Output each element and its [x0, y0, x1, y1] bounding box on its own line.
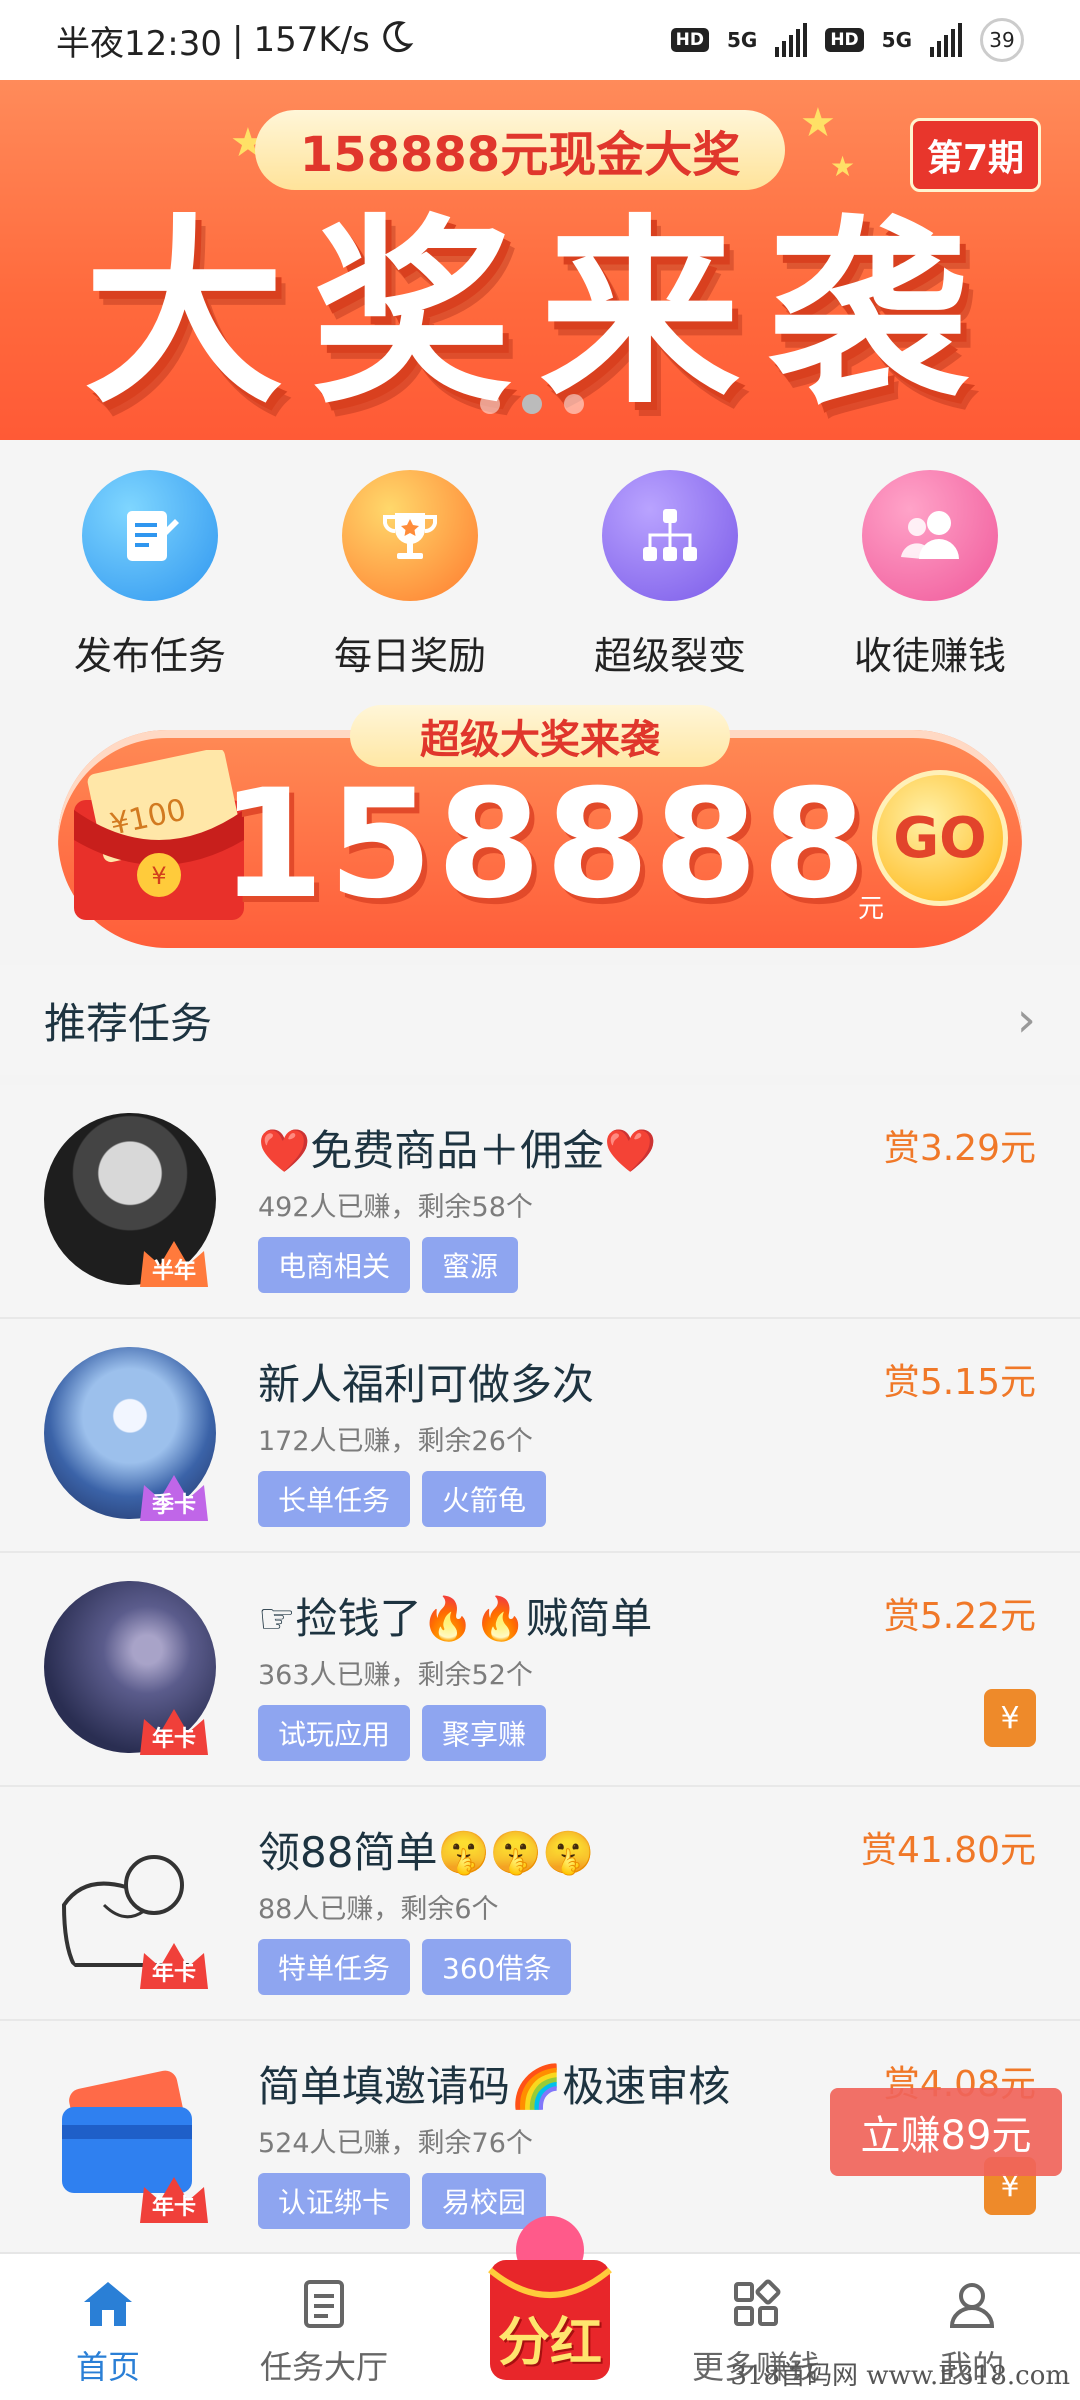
promo-amount: 158888	[220, 758, 871, 932]
chevron-right-icon[interactable]: ›	[1017, 992, 1036, 1048]
trophy-icon	[342, 470, 478, 601]
hd-badge: HD	[825, 28, 864, 52]
task-tag: 蜜源	[422, 1237, 519, 1293]
nav-task-hall[interactable]: 任务大厅	[216, 2254, 432, 2400]
quick-action-super-fission[interactable]: 超级裂变	[555, 440, 785, 680]
task-title: ❤️免费商品＋佣金❤️	[258, 1126, 657, 1175]
quick-action-label: 收徒赚钱	[853, 634, 1006, 678]
member-badge: 年卡	[151, 1727, 196, 1752]
status-right: HD 5G HD 5G 39	[670, 18, 1024, 62]
task-title: 简单填邀请码🌈极速审核	[258, 2062, 731, 2111]
carousel-dot	[564, 394, 584, 414]
task-reward: 赏3.29元	[883, 1128, 1036, 1169]
star-icon: ★	[800, 100, 836, 146]
star-icon: ★	[830, 150, 856, 183]
hd-badge: HD	[670, 28, 709, 52]
carousel-dot	[522, 394, 542, 414]
quick-action-daily-reward[interactable]: 每日奖励	[295, 440, 525, 680]
task-reward: 赏5.15元	[883, 1362, 1036, 1403]
banner-prize-title: 158888元现金大奖	[255, 110, 785, 190]
task-meta: 363人已赚，剩余52个	[258, 1660, 533, 1691]
task-list: 半年 ❤️免费商品＋佣金❤️ 492人已赚，剩余58个 电商相关 蜜源 赏3.2…	[0, 1085, 1080, 2255]
quick-action-label: 发布任务	[73, 634, 226, 678]
network-icon	[602, 470, 738, 601]
member-badge: 年卡	[151, 1961, 196, 1986]
status-left: 半夜12:30 | 157K/s	[56, 16, 414, 65]
edit-icon	[82, 470, 218, 601]
task-title: ☞捡钱了🔥🔥贼简单	[258, 1594, 653, 1643]
task-meta: 88人已赚，剩余6个	[258, 1894, 499, 1925]
task-tag: 特单任务	[258, 1939, 411, 1995]
member-badge: 年卡	[151, 2195, 196, 2220]
home-icon	[84, 2282, 132, 2326]
nav-home[interactable]: 首页	[0, 2254, 216, 2400]
promo-unit: 元	[858, 894, 885, 924]
task-tag: 火箭龟	[422, 1471, 547, 1527]
task-item[interactable]: 年卡 领88简单🤫🤫🤫 88人已赚，剩余6个 特单任务 360借条 赏41.80…	[0, 1787, 1080, 2021]
task-reward: 赏41.80元	[860, 1830, 1036, 1871]
quick-action-recruit[interactable]: 收徒赚钱	[815, 440, 1045, 680]
task-meta: 524人已赚，剩余76个	[258, 2128, 533, 2159]
quick-actions: 发布任务 每日奖励 超级裂变 收徒赚钱	[0, 440, 1080, 680]
member-badge: 半年	[151, 1259, 196, 1284]
quick-action-publish-task[interactable]: 发布任务	[35, 440, 265, 680]
network-type: 5G	[881, 28, 912, 52]
task-tag: 认证绑卡	[258, 2173, 411, 2229]
moon-icon	[380, 19, 414, 62]
status-speed: 157K/s	[253, 20, 370, 60]
watermark: 318首码网 www.E318.com	[730, 2361, 1070, 2391]
status-bar: 半夜12:30 | 157K/s HD 5G HD 5G 39	[0, 0, 1080, 80]
task-tag: 360借条	[422, 1939, 572, 1995]
document-icon	[304, 2280, 344, 2328]
status-time: 半夜12:30	[56, 23, 222, 64]
recommended-section-header[interactable]: 推荐任务 ›	[0, 965, 1080, 1075]
signal-icon	[930, 23, 962, 57]
task-tag: 电商相关	[258, 1237, 411, 1293]
task-item[interactable]: 季卡 新人福利可做多次 172人已赚，剩余26个 长单任务 火箭龟 赏5.15元	[0, 1319, 1080, 1553]
user-icon	[949, 2283, 995, 2328]
member-badge: 季卡	[151, 1493, 196, 1518]
go-button[interactable]: GO	[872, 770, 1008, 906]
task-title: 新人福利可做多次	[258, 1360, 595, 1409]
task-tags: 特单任务 360借条	[258, 1939, 572, 1995]
nav-label: 首页	[75, 2348, 140, 2386]
dividend-label[interactable]: 分红	[470, 2300, 630, 2375]
task-tag: 聚享赚	[422, 1705, 547, 1761]
task-tags: 电商相关 蜜源	[258, 1237, 519, 1293]
task-item[interactable]: 年卡 ☞捡钱了🔥🔥贼简单 363人已赚，剩余52个 试玩应用 聚享赚 赏5.22…	[0, 1553, 1080, 1787]
carousel-dot	[480, 394, 500, 414]
task-tag: 试玩应用	[258, 1705, 411, 1761]
quick-action-label: 超级裂变	[593, 634, 746, 678]
nav-label: 任务大厅	[259, 2348, 388, 2386]
battery-indicator: 39	[980, 18, 1024, 62]
task-tag: 长单任务	[258, 1471, 411, 1527]
task-reward: 赏5.22元	[883, 1596, 1036, 1637]
task-tags: 长单任务 火箭龟	[258, 1471, 547, 1527]
status-divider: |	[231, 20, 244, 60]
svg-text:¥: ¥	[151, 862, 166, 890]
signal-icon	[775, 23, 808, 57]
task-tags: 试玩应用 聚享赚	[258, 1705, 547, 1761]
section-title: 推荐任务	[44, 998, 213, 1048]
task-meta: 492人已赚，剩余58个	[258, 1192, 533, 1223]
banner-period-badge: 第7期	[910, 118, 1042, 192]
network-type: 5G	[726, 28, 758, 52]
task-item[interactable]: 半年 ❤️免费商品＋佣金❤️ 492人已赚，剩余58个 电商相关 蜜源 赏3.2…	[0, 1085, 1080, 1319]
task-title: 领88简单🤫🤫🤫	[258, 1828, 595, 1877]
quick-action-label: 每日奖励	[333, 634, 486, 678]
users-icon	[862, 470, 998, 601]
grid-icon	[734, 2279, 781, 2326]
top-banner[interactable]: ★ ★ ★ 158888元现金大奖 第7期 大奖来袭	[0, 80, 1080, 440]
yen-badge-icon: ¥	[984, 1689, 1036, 1747]
task-meta: 172人已赚，剩余26个	[258, 1426, 533, 1457]
carousel-indicator	[480, 394, 584, 414]
earn-now-button[interactable]: 立赚89元	[830, 2088, 1062, 2176]
